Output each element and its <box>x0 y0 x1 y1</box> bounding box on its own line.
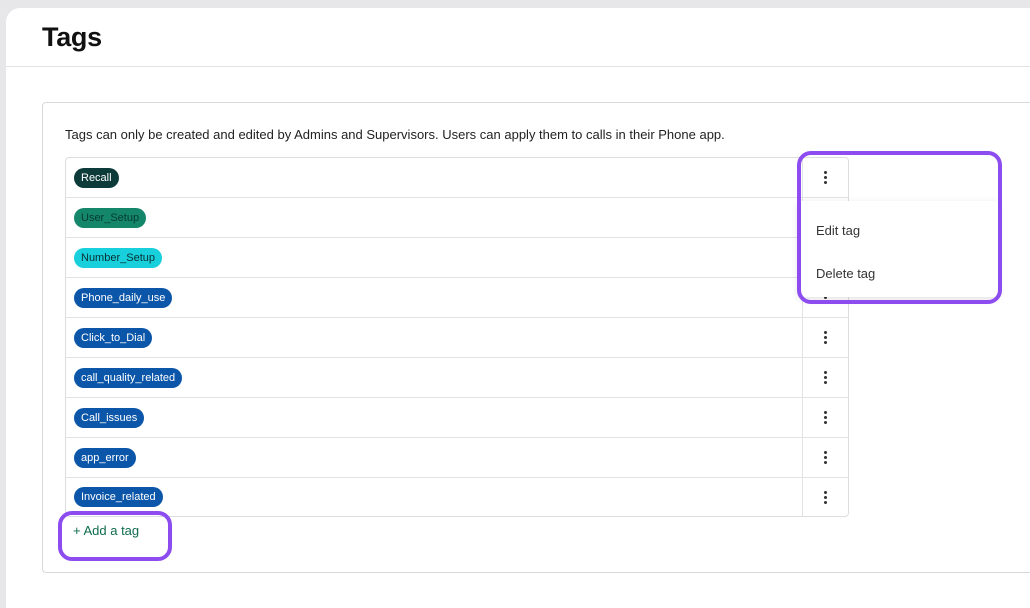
more-vertical-icon <box>824 490 827 504</box>
tag-pill: Invoice_related <box>74 487 163 507</box>
table-row: call_quality_related <box>66 358 848 398</box>
more-vertical-icon <box>824 371 827 384</box>
tag-cell: Phone_daily_use <box>66 278 802 317</box>
tag-actions-menu-button[interactable] <box>802 358 848 397</box>
tag-pill: User_Setup <box>74 207 147 228</box>
tag-pill: call_quality_related <box>74 367 183 388</box>
more-vertical-icon <box>824 411 827 424</box>
delete-tag-menu-item[interactable]: Delete tag <box>816 266 875 281</box>
tag-actions-menu-button[interactable] <box>802 158 848 197</box>
tag-cell: Number_Setup <box>66 238 802 277</box>
more-vertical-icon <box>824 171 827 184</box>
more-vertical-icon <box>824 451 827 464</box>
tag-context-menu: Edit tag Delete tag <box>798 201 998 297</box>
table-row: Invoice_related <box>66 478 848 516</box>
tag-cell: Click_to_Dial <box>66 318 802 357</box>
table-row: Number_Setup <box>66 238 848 278</box>
tags-card: Tags can only be created and edited by A… <box>42 102 1030 573</box>
tag-cell: app_error <box>66 438 802 477</box>
tag-pill: Click_to_Dial <box>74 327 153 348</box>
tag-cell: Recall <box>66 158 802 197</box>
tag-pill: Number_Setup <box>74 247 162 268</box>
tag-actions-menu-button[interactable] <box>802 318 848 357</box>
table-row: app_error <box>66 438 848 478</box>
page-header: Tags <box>6 8 1030 67</box>
table-row: Recall <box>66 158 848 198</box>
tag-actions-menu-button[interactable] <box>802 478 848 516</box>
tag-cell: Call_issues <box>66 398 802 437</box>
tags-page: Tags Tags can only be created and edited… <box>6 8 1030 608</box>
table-row: Phone_daily_use <box>66 278 848 318</box>
page-title: Tags <box>42 22 102 52</box>
tag-actions-menu-button[interactable] <box>802 398 848 437</box>
tags-table: Recall User_Setup Number_Setup Phone_daily_… <box>65 157 849 517</box>
tag-pill: app_error <box>74 447 136 468</box>
table-row: User_Setup <box>66 198 848 238</box>
table-row: Call_issues <box>66 398 848 438</box>
tag-pill: Phone_daily_use <box>74 287 173 308</box>
tag-pill: Call_issues <box>74 407 145 428</box>
tag-cell: User_Setup <box>66 198 802 237</box>
tags-description: Tags can only be created and edited by A… <box>65 127 725 142</box>
edit-tag-menu-item[interactable]: Edit tag <box>816 223 860 238</box>
more-vertical-icon <box>824 331 827 344</box>
tag-pill: Recall <box>74 167 119 188</box>
tag-cell: Invoice_related <box>66 478 802 516</box>
table-row: Click_to_Dial <box>66 318 848 358</box>
add-tag-button[interactable]: + Add a tag <box>59 517 153 544</box>
tag-actions-menu-button[interactable] <box>802 438 848 477</box>
tag-cell: call_quality_related <box>66 358 802 397</box>
